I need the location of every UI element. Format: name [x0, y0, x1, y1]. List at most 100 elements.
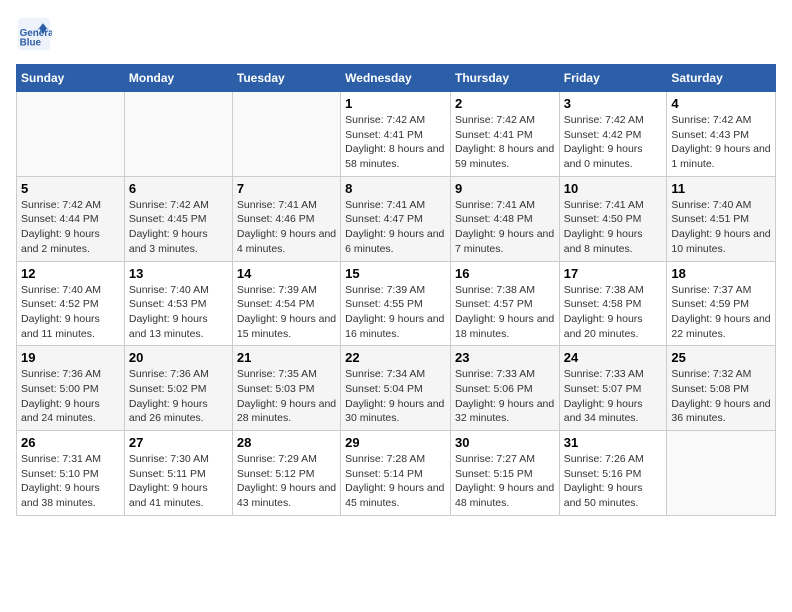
day-info: Sunrise: 7:37 AM Sunset: 4:59 PM Dayligh…: [671, 283, 771, 342]
day-info: Sunrise: 7:30 AM Sunset: 5:11 PM Dayligh…: [129, 452, 228, 511]
day-number: 13: [129, 266, 228, 281]
calendar-cell: 20 Sunrise: 7:36 AM Sunset: 5:02 PM Dayli…: [124, 346, 232, 431]
day-number: 8: [345, 181, 446, 196]
day-number: 6: [129, 181, 228, 196]
calendar-cell: 27 Sunrise: 7:30 AM Sunset: 5:11 PM Dayli…: [124, 431, 232, 516]
day-info: Sunrise: 7:28 AM Sunset: 5:14 PM Dayligh…: [345, 452, 446, 511]
week-row-4: 19 Sunrise: 7:36 AM Sunset: 5:00 PM Dayli…: [17, 346, 776, 431]
day-number: 1: [345, 96, 446, 111]
calendar-cell: 19 Sunrise: 7:36 AM Sunset: 5:00 PM Dayli…: [17, 346, 125, 431]
logo-icon: General Blue: [16, 16, 52, 52]
calendar-cell: 1 Sunrise: 7:42 AM Sunset: 4:41 PM Daylig…: [341, 92, 451, 177]
weekday-header-wednesday: Wednesday: [341, 65, 451, 92]
calendar-cell: 8Sunrise: 7:41 AM Sunset: 4:47 PM Daylig…: [341, 176, 451, 261]
week-row-5: 26Sunrise: 7:31 AM Sunset: 5:10 PM Dayli…: [17, 431, 776, 516]
weekday-header-monday: Monday: [124, 65, 232, 92]
day-info: Sunrise: 7:42 AM Sunset: 4:41 PM Dayligh…: [345, 113, 446, 172]
day-number: 19: [21, 350, 120, 365]
day-number: 12: [21, 266, 120, 281]
day-number: 24: [564, 350, 663, 365]
day-info: Sunrise: 7:27 AM Sunset: 5:15 PM Dayligh…: [455, 452, 555, 511]
day-info: Sunrise: 7:33 AM Sunset: 5:06 PM Dayligh…: [455, 367, 555, 426]
calendar-cell: 16Sunrise: 7:38 AM Sunset: 4:57 PM Dayli…: [450, 261, 559, 346]
svg-text:Blue: Blue: [20, 38, 42, 49]
day-number: 20: [129, 350, 228, 365]
calendar-cell: [124, 92, 232, 177]
day-info: Sunrise: 7:38 AM Sunset: 4:57 PM Dayligh…: [455, 283, 555, 342]
day-number: 10: [564, 181, 663, 196]
day-info: Sunrise: 7:36 AM Sunset: 5:02 PM Dayligh…: [129, 367, 228, 426]
calendar-cell: 2 Sunrise: 7:42 AM Sunset: 4:41 PM Daylig…: [450, 92, 559, 177]
day-number: 2: [455, 96, 555, 111]
weekday-header-saturday: Saturday: [667, 65, 776, 92]
logo: General Blue: [16, 16, 56, 52]
day-number: 17: [564, 266, 663, 281]
calendar-cell: 6 Sunrise: 7:42 AM Sunset: 4:45 PM Daylig…: [124, 176, 232, 261]
calendar-cell: 22 Sunrise: 7:34 AM Sunset: 5:04 PM Dayli…: [341, 346, 451, 431]
week-row-3: 12Sunrise: 7:40 AM Sunset: 4:52 PM Dayli…: [17, 261, 776, 346]
day-info: Sunrise: 7:33 AM Sunset: 5:07 PM Dayligh…: [564, 367, 663, 426]
day-info: Sunrise: 7:38 AM Sunset: 4:58 PM Dayligh…: [564, 283, 663, 342]
calendar-cell: 9Sunrise: 7:41 AM Sunset: 4:48 PM Daylig…: [450, 176, 559, 261]
calendar-cell: 7 Sunrise: 7:41 AM Sunset: 4:46 PM Daylig…: [232, 176, 340, 261]
day-number: 23: [455, 350, 555, 365]
day-number: 3: [564, 96, 663, 111]
week-row-2: 5Sunrise: 7:42 AM Sunset: 4:44 PM Daylig…: [17, 176, 776, 261]
calendar-cell: 12Sunrise: 7:40 AM Sunset: 4:52 PM Dayli…: [17, 261, 125, 346]
calendar-cell: 14Sunrise: 7:39 AM Sunset: 4:54 PM Dayli…: [232, 261, 340, 346]
day-info: Sunrise: 7:31 AM Sunset: 5:10 PM Dayligh…: [21, 452, 120, 511]
day-info: Sunrise: 7:42 AM Sunset: 4:42 PM Dayligh…: [564, 113, 663, 172]
day-info: Sunrise: 7:34 AM Sunset: 5:04 PM Dayligh…: [345, 367, 446, 426]
day-info: Sunrise: 7:42 AM Sunset: 4:41 PM Dayligh…: [455, 113, 555, 172]
calendar-table: SundayMondayTuesdayWednesdayThursdayFrid…: [16, 64, 776, 516]
calendar-cell: 11 Sunrise: 7:40 AM Sunset: 4:51 PM Dayli…: [667, 176, 776, 261]
weekday-header-thursday: Thursday: [450, 65, 559, 92]
calendar-cell: 3 Sunrise: 7:42 AM Sunset: 4:42 PM Daylig…: [559, 92, 667, 177]
day-number: 28: [237, 435, 336, 450]
calendar-cell: 4 Sunrise: 7:42 AM Sunset: 4:43 PM Daylig…: [667, 92, 776, 177]
day-number: 27: [129, 435, 228, 450]
day-info: Sunrise: 7:42 AM Sunset: 4:45 PM Dayligh…: [129, 198, 228, 257]
day-info: Sunrise: 7:41 AM Sunset: 4:46 PM Dayligh…: [237, 198, 336, 257]
day-info: Sunrise: 7:40 AM Sunset: 4:53 PM Dayligh…: [129, 283, 228, 342]
calendar-cell: [667, 431, 776, 516]
page-header: General Blue: [16, 16, 776, 52]
calendar-cell: 31 Sunrise: 7:26 AM Sunset: 5:16 PM Dayli…: [559, 431, 667, 516]
calendar-cell: 23 Sunrise: 7:33 AM Sunset: 5:06 PM Dayli…: [450, 346, 559, 431]
weekday-header-row: SundayMondayTuesdayWednesdayThursdayFrid…: [17, 65, 776, 92]
calendar-cell: 18 Sunrise: 7:37 AM Sunset: 4:59 PM Dayli…: [667, 261, 776, 346]
calendar-cell: 26Sunrise: 7:31 AM Sunset: 5:10 PM Dayli…: [17, 431, 125, 516]
day-number: 11: [671, 181, 771, 196]
calendar-cell: 17 Sunrise: 7:38 AM Sunset: 4:58 PM Dayli…: [559, 261, 667, 346]
weekday-header-tuesday: Tuesday: [232, 65, 340, 92]
calendar-cell: 25 Sunrise: 7:32 AM Sunset: 5:08 PM Dayli…: [667, 346, 776, 431]
day-info: Sunrise: 7:35 AM Sunset: 5:03 PM Dayligh…: [237, 367, 336, 426]
day-info: Sunrise: 7:42 AM Sunset: 4:44 PM Dayligh…: [21, 198, 120, 257]
calendar-cell: 15Sunrise: 7:39 AM Sunset: 4:55 PM Dayli…: [341, 261, 451, 346]
day-number: 4: [671, 96, 771, 111]
day-info: Sunrise: 7:36 AM Sunset: 5:00 PM Dayligh…: [21, 367, 120, 426]
day-number: 30: [455, 435, 555, 450]
calendar-cell: [17, 92, 125, 177]
week-row-1: 1 Sunrise: 7:42 AM Sunset: 4:41 PM Daylig…: [17, 92, 776, 177]
calendar-cell: 28Sunrise: 7:29 AM Sunset: 5:12 PM Dayli…: [232, 431, 340, 516]
day-info: Sunrise: 7:42 AM Sunset: 4:43 PM Dayligh…: [671, 113, 771, 172]
day-number: 25: [671, 350, 771, 365]
day-info: Sunrise: 7:32 AM Sunset: 5:08 PM Dayligh…: [671, 367, 771, 426]
calendar-cell: 13 Sunrise: 7:40 AM Sunset: 4:53 PM Dayli…: [124, 261, 232, 346]
day-number: 22: [345, 350, 446, 365]
day-number: 14: [237, 266, 336, 281]
day-number: 31: [564, 435, 663, 450]
calendar-cell: 10Sunrise: 7:41 AM Sunset: 4:50 PM Dayli…: [559, 176, 667, 261]
day-number: 9: [455, 181, 555, 196]
calendar-cell: 29Sunrise: 7:28 AM Sunset: 5:14 PM Dayli…: [341, 431, 451, 516]
calendar-cell: 21Sunrise: 7:35 AM Sunset: 5:03 PM Dayli…: [232, 346, 340, 431]
day-number: 7: [237, 181, 336, 196]
weekday-header-sunday: Sunday: [17, 65, 125, 92]
calendar-cell: 5Sunrise: 7:42 AM Sunset: 4:44 PM Daylig…: [17, 176, 125, 261]
day-number: 18: [671, 266, 771, 281]
day-info: Sunrise: 7:40 AM Sunset: 4:51 PM Dayligh…: [671, 198, 771, 257]
day-info: Sunrise: 7:26 AM Sunset: 5:16 PM Dayligh…: [564, 452, 663, 511]
calendar-cell: 30 Sunrise: 7:27 AM Sunset: 5:15 PM Dayli…: [450, 431, 559, 516]
weekday-header-friday: Friday: [559, 65, 667, 92]
